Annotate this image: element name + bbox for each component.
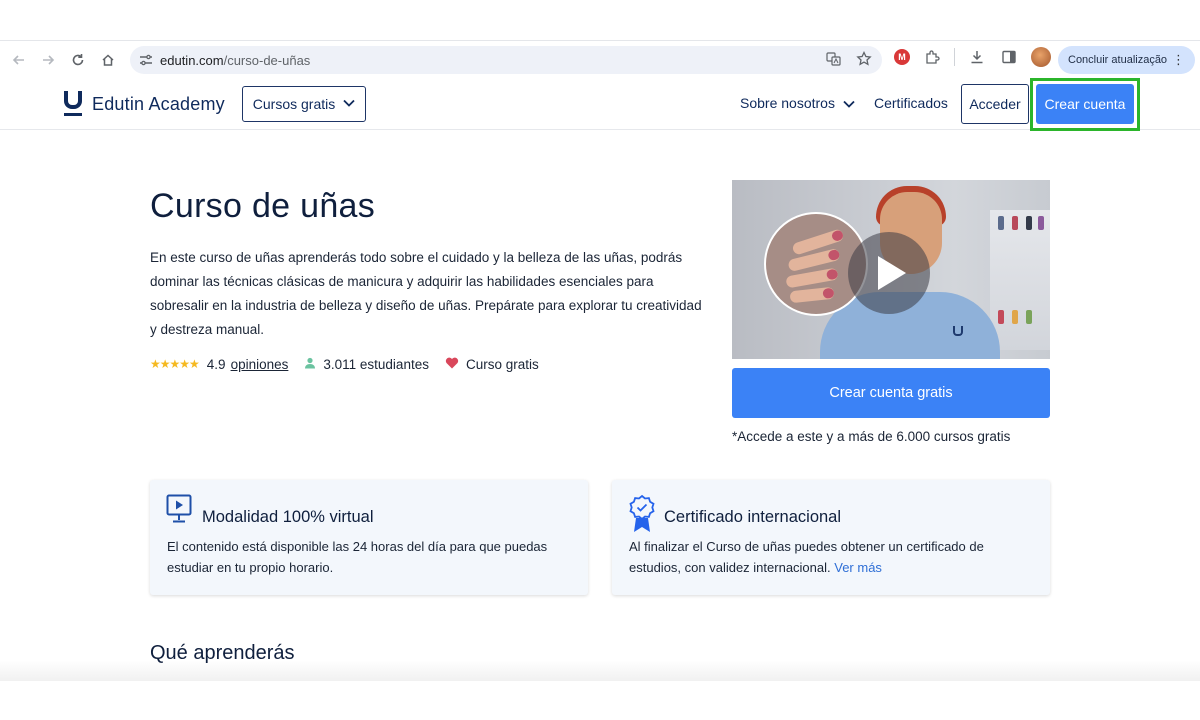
top-margin [0,0,1200,40]
profile-avatar[interactable] [1031,47,1051,67]
translate-icon[interactable] [826,51,842,70]
rating-stars-icon: ★★★★★ [150,357,200,371]
play-icon [878,256,906,290]
signup-button[interactable]: Crear cuenta [1036,84,1134,124]
forward-arrow-icon[interactable] [33,45,63,75]
site-settings-icon[interactable] [138,52,154,68]
download-icon[interactable] [967,47,987,67]
extension-red-icon[interactable]: M [894,49,910,65]
edutin-logo-icon [64,91,82,117]
site-header: Edutin Academy Cursos gratis Sobre nosot… [0,79,1200,130]
bottom-margin [0,681,1200,720]
user-icon [304,357,316,372]
more-menu-icon[interactable]: ⋮ [1172,52,1185,68]
chevron-down-icon [343,98,355,110]
url-text: edutin.com/curso-de-uñas [160,53,310,68]
course-video-thumbnail[interactable] [732,180,1050,359]
bottom-fade [0,660,1200,682]
see-more-link[interactable]: Ver más [834,560,882,575]
create-free-account-button[interactable]: Crear cuenta gratis [732,368,1050,418]
nav-about-us[interactable]: Sobre nosotros [740,95,855,111]
nav-certificates[interactable]: Certificados [874,95,948,111]
logo-text: Edutin Academy [92,93,225,114]
site-logo[interactable]: Edutin Academy [64,91,225,117]
cta-note: *Accede a este y a más de 6.000 cursos g… [732,429,1011,444]
update-browser-label: Concluir atualização [1068,54,1168,66]
feature-card-virtual: Modalidad 100% virtual El contenido está… [150,480,588,595]
toolbar-separator [954,48,955,66]
reload-icon[interactable] [63,45,93,75]
back-arrow-icon[interactable] [4,45,34,75]
feature-card-certificate: Certificado internacional Al finalizar e… [612,480,1050,595]
url-path: /curso-de-uñas [223,52,311,68]
url-domain: edutin.com [160,52,224,68]
shirt-logo-icon [953,326,963,336]
feature-text: Al finalizar el Curso de uñas puedes obt… [629,536,1039,578]
browser-toolbar: edutin.com/curso-de-uñas M Concluir atua… [0,40,1200,78]
feature-text: El contenido está disponible las 24 hora… [167,539,548,575]
feature-title: Certificado internacional [664,508,842,526]
login-button[interactable]: Acceder [961,84,1029,124]
course-description: En este curso de uñas aprenderás todo so… [150,250,702,337]
course-stats: ★★★★★ 4.9 opiniones 3.011 estudiantes Cu… [150,356,539,372]
students-count: 3.011 estudiantes [323,356,429,372]
monitor-play-icon [166,494,192,529]
background-shelf [990,210,1050,350]
bookmark-star-icon[interactable] [856,50,872,70]
address-bar[interactable]: edutin.com/curso-de-uñas [130,46,882,74]
price-label: Curso gratis [465,356,539,372]
extensions-puzzle-icon[interactable] [922,47,942,67]
free-courses-label: Cursos gratis [252,96,336,112]
heart-icon [445,356,459,372]
chevron-down-icon [843,95,855,111]
award-badge-icon [628,494,656,539]
reviews-link[interactable]: opiniones [231,357,289,372]
page-title: Curso de uñas [150,187,376,225]
home-icon[interactable] [93,45,123,75]
free-courses-dropdown[interactable]: Cursos gratis [242,86,366,122]
feature-text-body: Al finalizar el Curso de uñas puedes obt… [629,539,984,575]
nav-about-us-label: Sobre nosotros [740,95,835,111]
side-panel-icon[interactable] [999,47,1019,67]
update-browser-button[interactable]: Concluir atualização ⋮ [1058,46,1195,74]
feature-title: Modalidad 100% virtual [202,508,374,526]
rating-value: 4.9 [206,356,226,372]
play-button[interactable] [848,232,930,314]
